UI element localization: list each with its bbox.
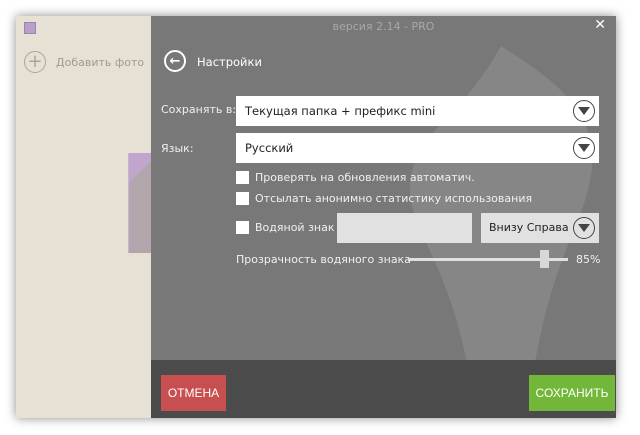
plus-icon: + [24, 51, 46, 73]
language-dropdown[interactable]: Русский [236, 133, 599, 163]
check-updates-checkbox[interactable] [236, 171, 249, 184]
opacity-value: 85% [576, 253, 601, 266]
version-label: версия 2.14 - PRO [332, 20, 435, 33]
settings-panel: версия 2.14 - PRO ✕ ← Настройки Сохранят… [151, 16, 616, 418]
language-value: Русский [245, 141, 294, 155]
chevron-down-icon [573, 100, 595, 122]
save-to-label: Сохранять в: [161, 103, 237, 116]
watermark-label: Водяной знак [255, 221, 335, 234]
page-title: Настройки [197, 55, 262, 69]
add-photo-button[interactable]: + Добавить фото [24, 51, 144, 73]
back-arrow-icon[interactable]: ← [164, 50, 186, 72]
watermark-text-input[interactable] [337, 213, 472, 243]
cancel-button[interactable]: ОТМЕНА [161, 375, 226, 411]
app-icon [24, 22, 36, 34]
language-label: Язык: [161, 142, 194, 155]
close-icon[interactable]: ✕ [594, 17, 606, 33]
photo-sidebar: + Добавить фото [16, 16, 159, 418]
app-window: + Добавить фото версия 2.14 - PRO ✕ ← На… [16, 16, 616, 418]
send-stats-checkbox[interactable] [236, 192, 249, 205]
opacity-label: Прозрачность водяного знака [236, 253, 411, 266]
footer: ОТМЕНА СОХРАНИТЬ [151, 360, 616, 418]
watermark-checkbox[interactable] [236, 221, 249, 234]
watermark-position-dropdown[interactable]: Внизу Справа [481, 213, 599, 243]
chevron-down-icon [573, 137, 595, 159]
opacity-slider-handle[interactable] [539, 250, 549, 268]
add-photo-label: Добавить фото [56, 55, 145, 69]
send-stats-label: Отсылать анонимно статистику использован… [255, 192, 533, 205]
save-to-dropdown[interactable]: Текущая папка + префикс mini [236, 96, 599, 126]
save-button[interactable]: СОХРАНИТЬ [529, 375, 615, 411]
save-to-value: Текущая папка + префикс mini [245, 104, 436, 118]
check-updates-label: Проверять на обновления автоматич. [255, 171, 475, 184]
chevron-down-icon [573, 217, 595, 239]
watermark-position-value: Внизу Справа [489, 221, 569, 234]
